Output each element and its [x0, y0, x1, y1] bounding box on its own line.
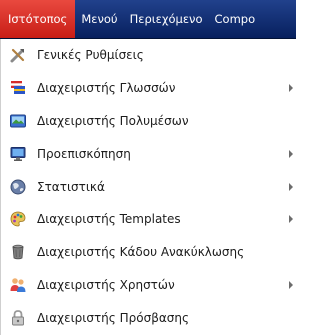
menu-item-label: Προεπισκόπηση: [37, 146, 131, 161]
submenu-arrow-icon: [289, 182, 293, 191]
menubar-item-components[interactable]: Compo: [209, 0, 262, 38]
lock-icon: [9, 309, 27, 327]
menu-item-label: Διαχειριστής Γλωσσών: [37, 81, 176, 96]
menubar-item-content[interactable]: Περιεχόμενο: [124, 0, 209, 38]
menu-item-template-manager[interactable]: Διαχειριστής Templates: [1, 203, 296, 236]
media-image-icon: [9, 112, 27, 130]
palette-icon: [9, 210, 27, 228]
globe-icon: [9, 178, 27, 196]
menu-item-label: Διαχειριστής Χρηστών: [37, 277, 175, 292]
tools-icon: [9, 46, 27, 64]
menu-item-label: Διαχειριστής Πολυμέσων: [37, 113, 189, 128]
menu-item-user-manager[interactable]: Διαχειριστής Χρηστών: [1, 269, 296, 302]
top-menubar: Ιστότοπος Μενού Περιεχόμενο Compo: [0, 0, 296, 39]
menu-item-global-configuration[interactable]: Γενικές Ρυθμίσεις: [1, 39, 296, 72]
language-flags-icon: [9, 79, 27, 97]
submenu-arrow-icon: [289, 215, 293, 224]
submenu-arrow-icon: [289, 149, 293, 158]
menu-item-label: Γενικές Ρυθμίσεις: [37, 48, 144, 63]
menubar-item-site[interactable]: Ιστότοπος: [0, 0, 76, 38]
menu-item-trash-manager[interactable]: Διαχειριστής Κάδου Ανακύκλωσης: [1, 236, 296, 269]
menu-item-preview[interactable]: Προεπισκόπηση: [1, 137, 296, 170]
menubar-item-menus[interactable]: Μενού: [75, 0, 123, 38]
menu-item-statistics[interactable]: Στατιστικά: [1, 170, 296, 203]
menu-item-access-manager[interactable]: Διαχειριστής Πρόσβασης: [1, 301, 296, 334]
menu-item-label: Διαχειριστής Πρόσβασης: [37, 310, 190, 325]
menu-item-label: Διαχειριστής Κάδου Ανακύκλωσης: [37, 245, 245, 260]
menu-item-language-manager[interactable]: Διαχειριστής Γλωσσών: [1, 72, 296, 105]
menu-item-media-manager[interactable]: Διαχειριστής Πολυμέσων: [1, 105, 296, 138]
submenu-arrow-icon: [289, 280, 293, 289]
admin-menu-screen: Ιστότοπος Μενού Περιεχόμενο Compo Γενικέ…: [0, 0, 296, 335]
menu-item-label: Διαχειριστής Templates: [37, 212, 181, 227]
monitor-icon: [9, 145, 27, 163]
users-icon: [9, 276, 27, 294]
site-dropdown-menu: Γενικές Ρυθμίσεις Διαχειριστής Γλωσσών Δ…: [0, 39, 296, 335]
menu-item-label: Στατιστικά: [37, 179, 105, 194]
submenu-arrow-icon: [289, 84, 293, 93]
trash-can-icon: [9, 243, 27, 261]
